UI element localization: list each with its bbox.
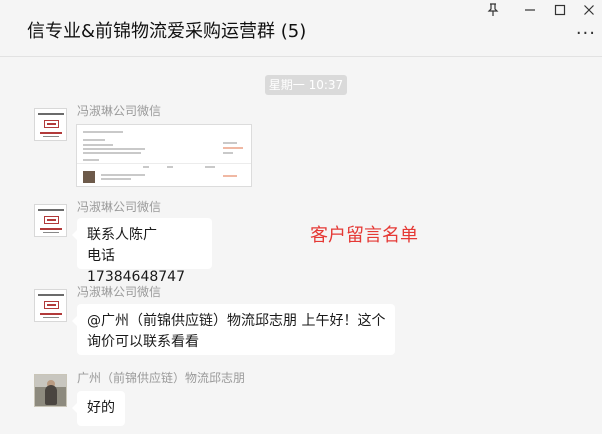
- chat-area[interactable]: 星期一 10:37 冯淑琳公司微信 冯淑琳公司微信 联系人陈广 电话173846…: [0, 58, 602, 434]
- message-line: 电话17384648747: [87, 248, 185, 285]
- sender-name: 广州（前锦供应链）物流邱志朋: [77, 371, 246, 385]
- pin-icon[interactable]: [484, 1, 502, 19]
- customer-list-annotation: 客户留言名单: [310, 225, 418, 246]
- sender-name: 冯淑琳公司微信: [77, 285, 162, 299]
- message-bubble[interactable]: @广州（前锦供应链）物流邱志朋 上午好！这个 询价可以联系看看: [72, 304, 395, 355]
- message-line: 询价可以联系看看: [87, 334, 199, 350]
- maximize-icon[interactable]: [551, 1, 569, 19]
- image-message[interactable]: [76, 124, 252, 187]
- sender-avatar[interactable]: [34, 374, 67, 407]
- chat-title: 信专业&前锦物流爱采购运营群 (5): [27, 21, 307, 42]
- sender-avatar[interactable]: [34, 289, 67, 322]
- close-icon[interactable]: [580, 1, 598, 19]
- message-line: @广州（前锦供应链）物流邱志朋 上午好！这个: [87, 313, 386, 329]
- timestamp-badge: 星期一 10:37: [265, 75, 347, 95]
- more-options-button[interactable]: ...: [576, 20, 596, 38]
- sender-name: 冯淑琳公司微信: [77, 200, 162, 214]
- message-line: 好的: [87, 400, 115, 416]
- message-line: 联系人陈广: [87, 227, 157, 243]
- message-bubble[interactable]: 联系人陈广 电话17384648747: [72, 218, 212, 285]
- minimize-icon[interactable]: [521, 1, 539, 19]
- title-bar: 信专业&前锦物流爱采购运营群 (5) ...: [0, 0, 602, 57]
- sender-avatar[interactable]: [34, 204, 67, 237]
- sender-avatar[interactable]: [34, 108, 67, 141]
- sender-name: 冯淑琳公司微信: [77, 104, 162, 118]
- message-bubble[interactable]: 好的: [72, 391, 125, 426]
